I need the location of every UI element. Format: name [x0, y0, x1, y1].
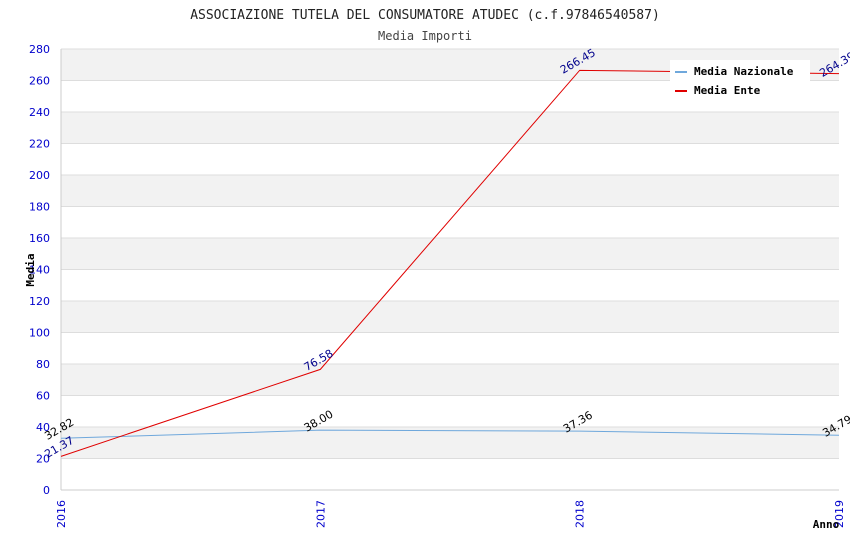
- x-tick-label: 2016: [55, 500, 68, 528]
- grid-band: [61, 112, 839, 144]
- x-tick-label: 2018: [574, 500, 587, 528]
- y-tick-label: 240: [29, 106, 50, 119]
- y-tick-label: 100: [29, 327, 50, 340]
- y-tick-label: 260: [29, 75, 50, 88]
- legend: Media Nazionale Media Ente: [670, 60, 810, 102]
- y-axis-title: Media: [24, 253, 37, 286]
- y-tick-label: 280: [29, 43, 50, 56]
- y-tick-label: 0: [43, 484, 50, 497]
- y-tick-label: 180: [29, 201, 50, 214]
- grid-band: [61, 238, 839, 270]
- chart-title: ASSOCIAZIONE TUTELA DEL CONSUMATORE ATUD…: [190, 8, 660, 23]
- y-tick-label: 80: [36, 358, 50, 371]
- x-tick-label: 2017: [314, 500, 327, 528]
- y-tick-label: 200: [29, 169, 50, 182]
- x-tick-labels: 2016 2017 2018 2019: [55, 500, 846, 528]
- grid-band: [61, 364, 839, 396]
- legend-label-media-nazionale: Media Nazionale: [694, 65, 794, 78]
- grid-bands: [61, 49, 839, 459]
- chart-subtitle: Media Importi: [378, 29, 472, 43]
- x-axis-title: Anno: [813, 518, 840, 531]
- y-tick-label: 120: [29, 295, 50, 308]
- y-tick-label: 160: [29, 232, 50, 245]
- grid-band: [61, 427, 839, 459]
- legend-label-media-ente: Media Ente: [694, 84, 761, 97]
- grid-band: [61, 301, 839, 333]
- line-chart: 020406080100120140160180200220240260280 …: [24, 8, 850, 531]
- y-tick-label: 60: [36, 390, 50, 403]
- y-tick-label: 220: [29, 138, 50, 151]
- grid-band: [61, 175, 839, 207]
